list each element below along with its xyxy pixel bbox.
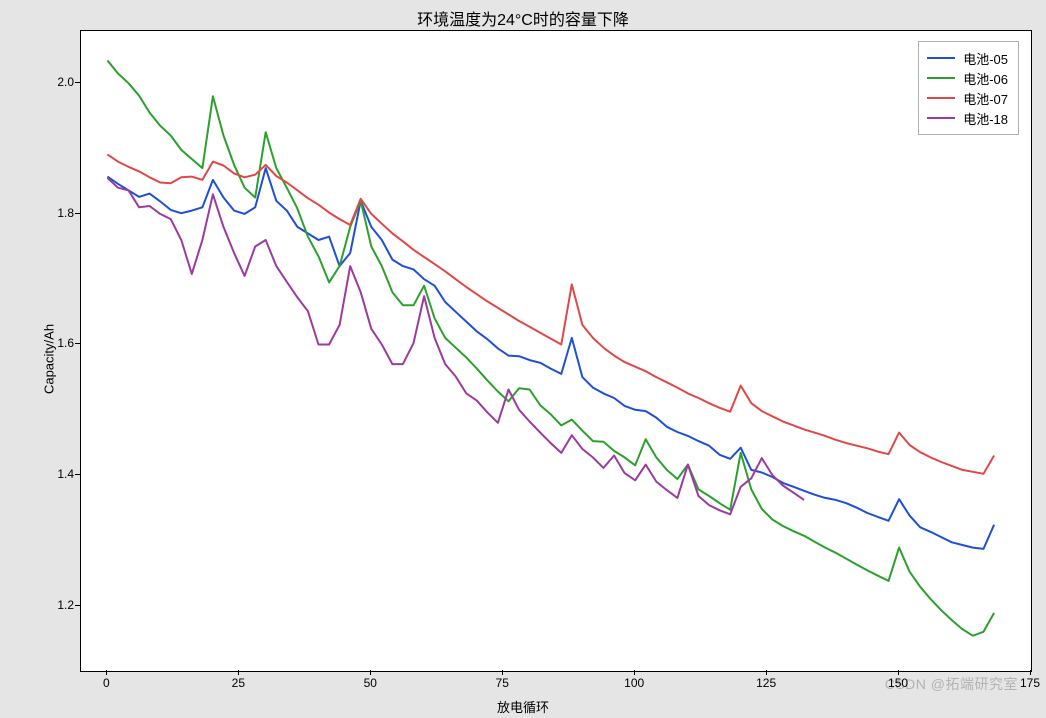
- line-series-svg: [81, 31, 1031, 671]
- legend-label-05: 电池-05: [963, 49, 1008, 68]
- x-tick-label: 50: [364, 676, 377, 690]
- series-line: [107, 60, 994, 635]
- plot-area: 电池-05 电池-06 电池-07 电池-18: [80, 30, 1032, 672]
- legend-item-05: 电池-05: [927, 48, 1008, 68]
- y-tick-mark: [75, 213, 80, 214]
- x-tick-mark: [1030, 670, 1031, 675]
- y-tick-label: 1.2: [40, 598, 74, 612]
- x-tick-mark: [766, 670, 767, 675]
- y-tick-label: 1.8: [40, 206, 74, 220]
- y-tick-mark: [75, 474, 80, 475]
- x-tick-label: 125: [756, 676, 776, 690]
- legend-label-07: 电池-07: [963, 89, 1008, 108]
- x-tick-mark: [370, 670, 371, 675]
- legend-item-06: 电池-06: [927, 68, 1008, 88]
- legend: 电池-05 电池-06 电池-07 电池-18: [918, 41, 1019, 135]
- legend-swatch-18: [927, 117, 955, 119]
- series-line: [107, 154, 994, 473]
- x-tick-mark: [634, 670, 635, 675]
- x-tick-label: 175: [1020, 676, 1040, 690]
- y-tick-mark: [75, 82, 80, 83]
- series-line: [107, 168, 994, 549]
- x-tick-label: 25: [232, 676, 245, 690]
- x-tick-mark: [898, 670, 899, 675]
- x-tick-label: 75: [496, 676, 509, 690]
- y-tick-mark: [75, 605, 80, 606]
- legend-item-07: 电池-07: [927, 88, 1008, 108]
- x-tick-mark: [502, 670, 503, 675]
- y-tick-label: 1.6: [40, 336, 74, 350]
- y-tick-label: 2.0: [40, 75, 74, 89]
- chart-title: 环境温度为24°C时的容量下降: [0, 6, 1046, 30]
- legend-label-06: 电池-06: [963, 69, 1008, 88]
- x-tick-mark: [106, 670, 107, 675]
- legend-swatch-07: [927, 97, 955, 99]
- legend-label-18: 电池-18: [963, 109, 1008, 128]
- series-line: [107, 178, 804, 514]
- x-axis-label: 放电循环: [0, 697, 1046, 716]
- y-tick-mark: [75, 343, 80, 344]
- legend-swatch-06: [927, 77, 955, 79]
- legend-swatch-05: [927, 57, 955, 59]
- legend-item-18: 电池-18: [927, 108, 1008, 128]
- x-tick-label: 0: [103, 676, 110, 690]
- x-tick-mark: [238, 670, 239, 675]
- y-tick-label: 1.4: [40, 467, 74, 481]
- x-tick-label: 150: [888, 676, 908, 690]
- x-tick-label: 100: [624, 676, 644, 690]
- figure: 环境温度为24°C时的容量下降 Capacity/Ah 电池-05 电池-06 …: [0, 0, 1046, 718]
- y-axis-label: Capacity/Ah: [42, 324, 57, 394]
